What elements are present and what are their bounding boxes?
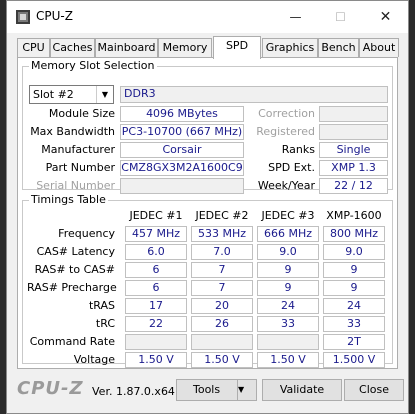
spd-ext-label: SPD Ext. [268,161,315,174]
correction-value [319,106,388,122]
version-text: Ver. 1.87.0.x64 [92,385,175,398]
tab-mainboard[interactable]: Mainboard [95,38,158,57]
tools-button-label: Tools [193,383,221,396]
registered-value [319,124,388,140]
timing-cell: 9 [323,262,385,278]
tab-about[interactable]: About [359,38,399,57]
col-header-jedec2: JEDEC #2 [195,209,249,222]
spd-ext-value: XMP 1.3 [319,160,388,176]
timing-cell: 9 [257,280,319,296]
part-number-value: CMZ8GX3M2A1600C9 [120,160,244,176]
timing-cell: 7.0 [191,244,253,260]
ranks-label: Ranks [281,143,315,156]
timing-cell [257,334,319,350]
memory-slot-group: Memory Slot Selection Slot #2 ▼ DDR3 Mod… [22,59,393,194]
module-size-value: 4096 MBytes [120,106,244,122]
timing-cell: 1.50 V [125,352,187,368]
memory-type-field: DDR3 [120,86,388,103]
cpuz-window: CPU-Z — ☐ ✕ CPU Caches Mainboard Memory … [6,0,409,414]
maximize-button[interactable]: ☐ [318,1,363,33]
timing-row-label: Command Rate [29,335,115,348]
timing-row-label: tRC [95,317,115,330]
timing-cell: 6.0 [125,244,187,260]
timing-row-label: CAS# Latency [36,245,115,258]
timing-cell: 800 MHz [323,226,385,242]
max-bandwidth-label: Max Bandwidth [30,125,115,138]
timing-cell: 20 [191,298,253,314]
window-title: CPU-Z [36,9,73,23]
timing-cell: 533 MHz [191,226,253,242]
timing-cell: 666 MHz [257,226,319,242]
spd-panel: Memory Slot Selection Slot #2 ▼ DDR3 Mod… [17,57,398,369]
timing-cell: 9.0 [323,244,385,260]
week-year-label: Week/Year [257,179,315,192]
timing-cell: 9 [323,280,385,296]
timing-cell: 6 [125,262,187,278]
tab-caches[interactable]: Caches [50,38,95,57]
ranks-value: Single [319,142,388,158]
memory-slot-group-title: Memory Slot Selection [29,59,157,72]
chevron-down-icon[interactable]: ▼ [237,380,256,400]
part-number-label: Part Number [45,161,115,174]
correction-label: Correction [258,107,315,120]
timing-row-label: Frequency [58,227,115,240]
manufacturer-value: Corsair [120,142,244,158]
timing-cell: 33 [257,316,319,332]
timing-cell: 1.50 V [257,352,319,368]
timing-cell: 7 [191,262,253,278]
slot-select-value: Slot #2 [33,88,74,101]
chevron-down-icon: ▼ [96,86,113,103]
serial-number-label: Serial Number [36,179,115,192]
timing-row-label: tRAS [88,299,115,312]
timing-row-label: RAS# Precharge [27,281,117,294]
col-header-jedec3: JEDEC #3 [261,209,315,222]
timing-cell [191,334,253,350]
tab-graphics[interactable]: Graphics [262,38,318,57]
timing-cell: 24 [323,298,385,314]
tab-spd[interactable]: SPD [213,36,261,59]
timing-cell: 17 [125,298,187,314]
tab-cpu[interactable]: CPU [17,38,50,57]
timing-cell: 9 [257,262,319,278]
timing-cell: 22 [125,316,187,332]
timing-row-label: Voltage [73,353,115,366]
tab-memory[interactable]: Memory [158,38,212,57]
minimize-button[interactable]: — [273,1,318,33]
close-window-button[interactable]: ✕ [363,1,408,33]
cpuz-app-icon [16,10,30,24]
timing-cell: 26 [191,316,253,332]
serial-number-value [120,178,244,194]
manufacturer-label: Manufacturer [41,143,115,156]
week-year-value: 22 / 12 [319,178,388,194]
timing-cell: 6 [125,280,187,296]
tab-bench[interactable]: Bench [318,38,359,57]
tools-button[interactable]: Tools ▼ [176,379,257,401]
timing-cell: 24 [257,298,319,314]
timings-group: Timings Table JEDEC #1 JEDEC #2 JEDEC #3… [22,193,393,368]
timing-cell: 33 [323,316,385,332]
registered-label: Registered [256,125,315,138]
timing-cell: 457 MHz [125,226,187,242]
timings-group-title: Timings Table [29,193,108,206]
close-button[interactable]: Close [344,379,404,401]
max-bandwidth-value: PC3-10700 (667 MHz) [120,124,244,140]
title-bar[interactable]: CPU-Z — ☐ ✕ [7,1,408,33]
col-header-jedec1: JEDEC #1 [129,209,183,222]
timing-row-label: RAS# to CAS# [34,263,115,276]
timing-cell: 1.50 V [191,352,253,368]
slot-select[interactable]: Slot #2 ▼ [29,85,114,104]
timing-cell: 7 [191,280,253,296]
timing-cell: 9.0 [257,244,319,260]
timing-cell: 1.500 V [323,352,385,368]
module-size-label: Module Size [48,107,115,120]
col-header-xmp: XMP-1600 [326,209,382,222]
validate-button[interactable]: Validate [262,379,342,401]
timing-cell: 2T [323,334,385,350]
cpuz-logo: CPU-Z [17,378,84,399]
timing-cell [125,334,187,350]
